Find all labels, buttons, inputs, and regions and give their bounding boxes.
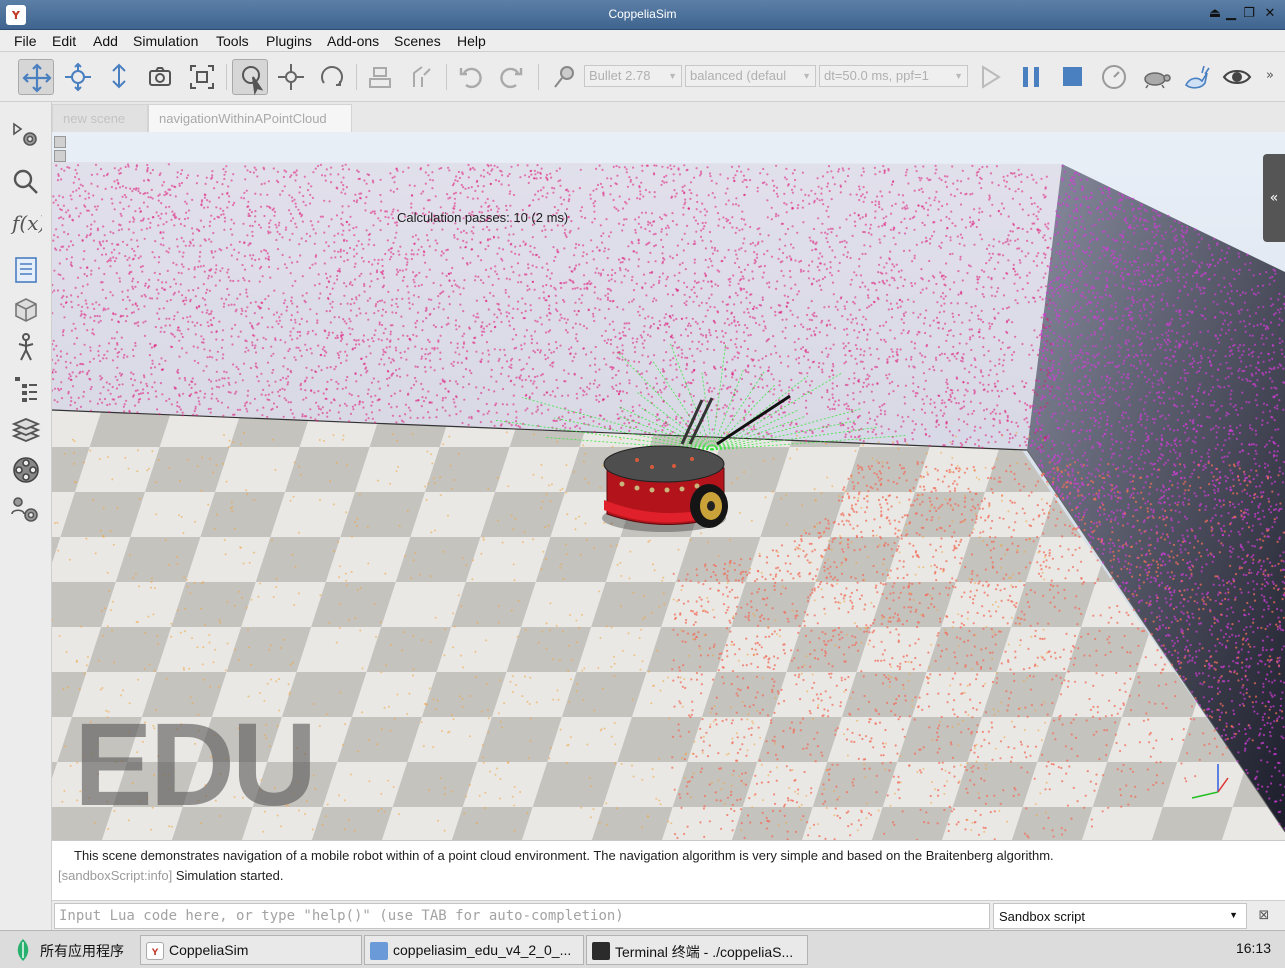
menu-add[interactable]: Add xyxy=(93,33,118,49)
physics-engine-icon[interactable] xyxy=(546,59,582,95)
camera-shift-button[interactable] xyxy=(101,59,137,95)
svg-text:f(x): f(x) xyxy=(10,211,42,235)
lua-command-input[interactable] xyxy=(54,903,990,929)
engine-accuracy-select[interactable]: balanced (defaul ▼ xyxy=(685,65,816,87)
menu-simulation[interactable]: Simulation xyxy=(133,33,198,49)
menu-scenes[interactable]: Scenes xyxy=(394,33,441,49)
pause-simulation-button[interactable] xyxy=(1013,59,1049,95)
task-terminal[interactable]: Terminal 终端 - ./coppeliaS... xyxy=(586,935,808,965)
task-coppeliasim[interactable]: ʏ CoppeliaSim xyxy=(140,935,362,965)
user-settings-icon[interactable] xyxy=(10,494,42,526)
all-apps-label: 所有应用程序 xyxy=(40,944,124,960)
menu-addons[interactable]: Add-ons xyxy=(327,33,379,49)
click-select-button[interactable] xyxy=(232,59,268,96)
chevron-down-icon: ▼ xyxy=(1229,910,1238,920)
layers-icon[interactable] xyxy=(10,414,42,446)
script-select[interactable]: Sandbox script ▼ xyxy=(993,903,1247,929)
tab-new-scene[interactable]: new scene xyxy=(52,104,148,132)
camera-rotate-button[interactable] xyxy=(60,59,96,95)
scene-object-properties-icon[interactable] xyxy=(10,166,42,198)
minimize-window-icon[interactable]: ▁ xyxy=(1222,5,1240,23)
taskbar: 所有应用程序 ʏ CoppeliaSim coppeliasim_edu_v4_… xyxy=(0,930,1285,968)
script-select-value: Sandbox script xyxy=(999,909,1085,924)
fit-to-view-button[interactable] xyxy=(184,59,220,95)
coppeliasim-task-icon: ʏ xyxy=(146,942,164,960)
task-file-manager[interactable]: coppeliasim_edu_v4_2_0_... xyxy=(364,935,584,965)
status-console: This scene demonstrates navigation of a … xyxy=(52,840,1285,900)
camera-angle-button[interactable] xyxy=(142,59,178,95)
camera-pan-button[interactable] xyxy=(18,59,54,95)
speed-up-rabbit-icon[interactable] xyxy=(1178,59,1214,95)
all-apps-button[interactable]: 所有应用程序 xyxy=(8,935,124,965)
terminal-icon xyxy=(592,942,610,960)
title-bar: ʏ CoppeliaSim ⏏ ▁ ❐ ✕ xyxy=(0,0,1285,30)
real-time-icon[interactable] xyxy=(1096,59,1132,95)
console-info-line: [sandboxScript:info] Simulation started. xyxy=(58,868,283,883)
view-minimize-button[interactable] xyxy=(54,136,66,148)
slow-down-turtle-icon[interactable] xyxy=(1138,59,1174,95)
expand-panel-icon[interactable]: « xyxy=(1263,154,1285,242)
video-recorder-icon[interactable] xyxy=(10,454,42,486)
clear-console-icon[interactable]: ⊠ xyxy=(1255,907,1273,925)
scene-viewport[interactable]: Calculation passes: 10 (2 ms) EDU « xyxy=(52,132,1285,840)
timestep-select[interactable]: dt=50.0 ms, ppf=1 ▼ xyxy=(819,65,968,87)
menu-tools[interactable]: Tools xyxy=(216,33,249,49)
menu-file[interactable]: File xyxy=(14,33,37,49)
menu-edit[interactable]: Edit xyxy=(52,33,76,49)
console-tag: [sandboxScript:info] xyxy=(58,868,173,883)
menu-plugins[interactable]: Plugins xyxy=(266,33,312,49)
deepin-leaf-icon xyxy=(17,939,29,961)
stop-simulation-button[interactable] xyxy=(1054,59,1090,95)
scene-hierarchy-icon[interactable] xyxy=(10,372,42,404)
calculation-modules-icon[interactable]: f(x) xyxy=(10,206,46,238)
calculation-passes-text: Calculation passes: 10 (2 ms) xyxy=(397,210,569,225)
undo-button[interactable] xyxy=(452,59,488,95)
redo-button[interactable] xyxy=(494,59,530,95)
restore-window-icon[interactable]: ❐ xyxy=(1240,5,1258,23)
simulation-settings-icon[interactable] xyxy=(10,120,42,152)
window-title: CoppeliaSim xyxy=(608,7,677,21)
close-window-icon[interactable]: ✕ xyxy=(1261,5,1279,23)
transfer-dna-button[interactable] xyxy=(404,59,440,95)
clock: 16:13 xyxy=(1235,940,1271,956)
visualization-eye-icon[interactable] xyxy=(1219,59,1255,95)
assemble-button[interactable] xyxy=(362,59,398,95)
menu-help[interactable]: Help xyxy=(457,33,486,49)
ik-model-icon[interactable] xyxy=(10,332,42,364)
shape-edit-icon[interactable] xyxy=(10,292,42,324)
menu-bar: File Edit Add Simulation Tools Plugins A… xyxy=(0,30,1285,52)
folder-icon xyxy=(370,942,388,960)
scene-description-text: This scene demonstrates navigation of a … xyxy=(74,848,1054,863)
collections-icon[interactable] xyxy=(10,254,42,286)
toolbar-overflow-icon[interactable]: » xyxy=(1266,68,1274,83)
tab-navigation-scene[interactable]: navigationWithinAPointCloud xyxy=(148,104,352,132)
start-simulation-button[interactable] xyxy=(971,59,1007,95)
edu-watermark: EDU xyxy=(74,699,317,831)
scene-tabs: new scene navigationWithinAPointCloud xyxy=(52,102,1285,132)
physics-engine-select[interactable]: Bullet 2.78 ▼ xyxy=(584,65,682,87)
object-rotate-button[interactable] xyxy=(314,59,350,95)
main-toolbar: Bullet 2.78 ▼ balanced (defaul ▼ dt=50.0 m… xyxy=(0,52,1285,102)
view-maximize-button[interactable] xyxy=(54,150,66,162)
command-row: Sandbox script ▼ ⊠ xyxy=(52,900,1285,930)
left-toolbar: f(x) xyxy=(0,102,52,930)
object-shift-button[interactable] xyxy=(273,59,309,95)
console-message: Simulation started. xyxy=(175,868,284,883)
